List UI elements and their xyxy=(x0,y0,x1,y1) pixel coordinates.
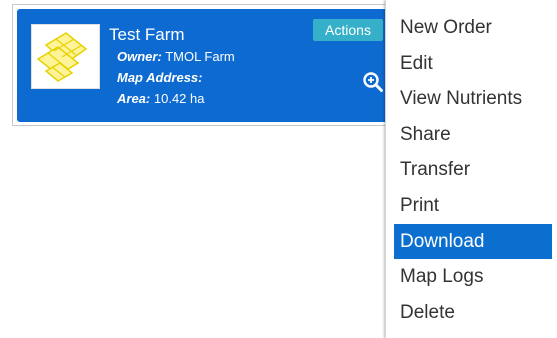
actions-menu-list: New Order Edit View Nutrients Share Tran… xyxy=(386,10,557,330)
farm-card[interactable]: Test Farm Owner: TMOL Farm Map Address: … xyxy=(17,9,397,122)
area-label: Area: xyxy=(117,91,151,106)
menu-item-view-nutrients[interactable]: View Nutrients xyxy=(386,81,552,117)
stage: Test Farm Owner: TMOL Farm Map Address: … xyxy=(0,0,557,338)
menu-item-new-order[interactable]: New Order xyxy=(386,10,552,46)
menu-item-edit[interactable]: Edit xyxy=(386,46,552,82)
farm-title: Test Farm xyxy=(109,25,185,44)
area-value: 10.42 ha xyxy=(153,91,205,106)
actions-dropdown-menu: New Order Edit View Nutrients Share Tran… xyxy=(385,0,557,338)
menu-item-transfer[interactable]: Transfer xyxy=(386,152,552,188)
map-address-label: Map Address: xyxy=(117,70,203,85)
owner-line: Owner: TMOL Farm xyxy=(117,49,235,64)
zoom-in-icon[interactable] xyxy=(362,71,384,93)
owner-label: Owner: xyxy=(117,49,162,64)
menu-item-delete[interactable]: Delete xyxy=(386,295,552,331)
menu-item-share[interactable]: Share xyxy=(386,117,552,153)
menu-item-print[interactable]: Print xyxy=(386,188,552,224)
map-address-line: Map Address: xyxy=(117,70,202,85)
area-line: Area: 10.42 ha xyxy=(117,91,204,106)
field-map-icon xyxy=(36,32,88,82)
menu-item-download[interactable]: Download xyxy=(394,223,552,260)
actions-button[interactable]: Actions xyxy=(313,19,383,41)
menu-item-map-logs[interactable]: Map Logs xyxy=(386,259,552,295)
owner-value: TMOL Farm xyxy=(165,49,235,64)
farm-thumbnail[interactable] xyxy=(31,24,100,89)
